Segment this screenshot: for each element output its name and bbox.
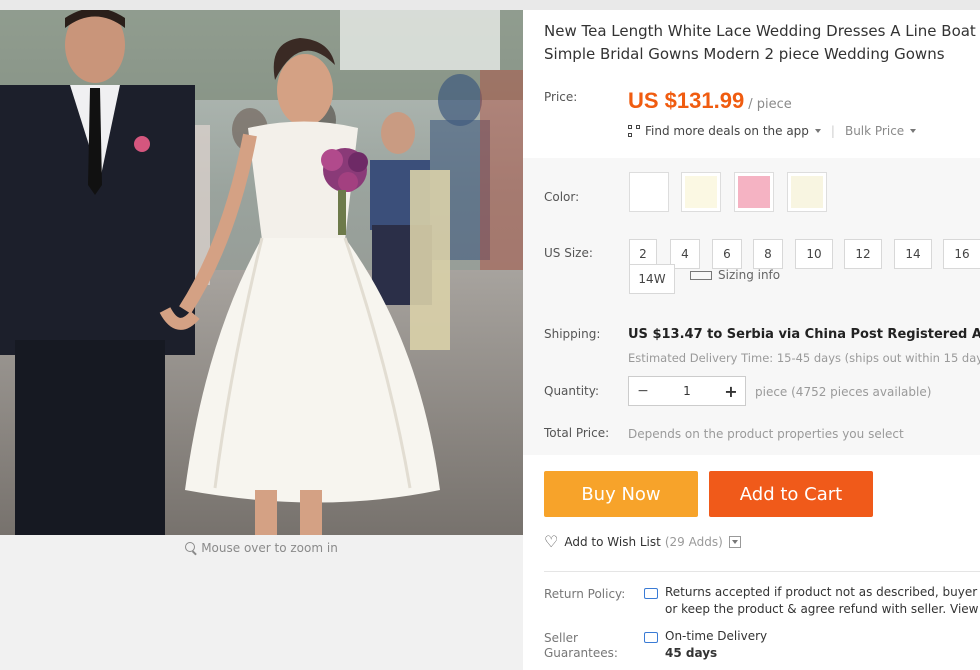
product-image[interactable] (0, 10, 523, 535)
total-price-value: Depends on the product properties you se… (628, 427, 904, 441)
zoom-hint-text: Mouse over to zoom in (201, 541, 338, 555)
title-line-1: New Tea Length White Lace Wedding Dresse… (544, 22, 976, 40)
chevron-down-icon[interactable] (910, 129, 917, 133)
product-info-panel: New Tea Length White Lace Wedding Dresse… (523, 10, 980, 670)
size-option[interactable]: 10 (795, 239, 833, 269)
gallery-footer (0, 565, 523, 670)
color-swatch-1[interactable] (629, 172, 669, 212)
product-options: Color: US Size: 2 4 6 8 10 12 14 16 14W … (523, 158, 980, 455)
return-policy-label: Return Policy: (544, 587, 626, 601)
on-time-delivery-text: On-time Delivery (665, 629, 768, 643)
on-time-delivery: On-time Delivery 45 days (665, 628, 767, 662)
color-swatch-4[interactable] (787, 172, 827, 212)
quantity-input[interactable]: 1 (657, 377, 717, 405)
size-label: US Size: (544, 246, 593, 260)
quantity-stepper: − 1 + (628, 376, 746, 406)
magnifier-icon (185, 542, 196, 552)
swatch-fill (633, 176, 665, 208)
top-strip (0, 0, 980, 10)
chevron-down-icon[interactable] (728, 535, 741, 548)
buy-now-button[interactable]: Buy Now (544, 471, 698, 517)
delivery-days: 45 days (665, 646, 718, 660)
swatch-fill (738, 176, 770, 208)
swatch-fill (791, 176, 823, 208)
color-swatch-3[interactable] (734, 172, 774, 212)
app-deals-row: Find more deals on the app | Bulk Price (628, 124, 917, 138)
size-option[interactable]: 14 (894, 239, 932, 269)
ruler-icon (690, 270, 712, 280)
return-policy-line-1: Returns accepted if product not as descr… (665, 585, 980, 599)
total-price-label: Total Price: (544, 426, 610, 440)
shipping-method[interactable]: US $13.47 to Serbia via China Post Regis… (628, 327, 980, 342)
section-divider (544, 571, 980, 572)
qr-code-icon (628, 125, 640, 137)
zoom-hint: Mouse over to zoom in (0, 541, 523, 555)
divider: | (830, 124, 835, 138)
delivery-truck-icon (644, 632, 658, 643)
quantity-available: piece (4752 pieces available) (755, 385, 932, 399)
swatch-fill (685, 176, 717, 208)
add-to-cart-button[interactable]: Add to Cart (709, 471, 873, 517)
bulk-price-link[interactable]: Bulk Price (845, 124, 904, 138)
return-policy-line-2[interactable]: or keep the product & agree refund with … (665, 601, 980, 618)
size-option[interactable]: 16 (943, 239, 980, 269)
price-value: US $131.99 (628, 88, 745, 113)
quantity-increase-button[interactable]: + (717, 377, 745, 405)
price-unit: / piece (748, 97, 792, 112)
app-deals-link[interactable]: Find more deals on the app (645, 124, 809, 138)
seller-guarantees-label: Seller Guarantees: (544, 631, 618, 661)
size-option[interactable]: 14W (629, 264, 675, 294)
color-swatch-2[interactable] (681, 172, 721, 212)
sizing-info-text: Sizing info (718, 268, 781, 282)
add-to-wish-list-link[interactable]: Add to Wish List (564, 535, 661, 549)
return-policy-text: Returns accepted if product not as descr… (665, 584, 980, 618)
price-label: Price: (544, 90, 578, 104)
return-policy-icon (644, 588, 658, 599)
chevron-down-icon[interactable] (814, 129, 821, 133)
wish-list-row: ♡ Add to Wish List (29 Adds) (544, 532, 741, 551)
size-option[interactable]: 8 (753, 239, 783, 269)
quantity-decrease-button[interactable]: − (629, 377, 657, 405)
price-row: US $131.99/ piece (628, 88, 792, 114)
sizing-info-link[interactable]: Sizing info (690, 268, 780, 282)
shipping-label: Shipping: (544, 327, 601, 341)
seller-label-line-1: Seller (544, 631, 578, 645)
seller-label-line-2: Guarantees: (544, 646, 618, 660)
size-option[interactable]: 6 (712, 239, 742, 269)
quantity-label: Quantity: (544, 384, 600, 398)
color-label: Color: (544, 190, 580, 204)
product-title: New Tea Length White Lace Wedding Dresse… (544, 20, 980, 66)
title-line-2: Simple Bridal Gowns Modern 2 piece Weddi… (544, 45, 945, 63)
wish-count: (29 Adds) (664, 534, 723, 549)
size-option[interactable]: 12 (844, 239, 882, 269)
wedding-photo (0, 10, 523, 535)
heart-icon[interactable]: ♡ (544, 532, 558, 551)
delivery-estimate: Estimated Delivery Time: 15-45 days (shi… (628, 351, 980, 365)
